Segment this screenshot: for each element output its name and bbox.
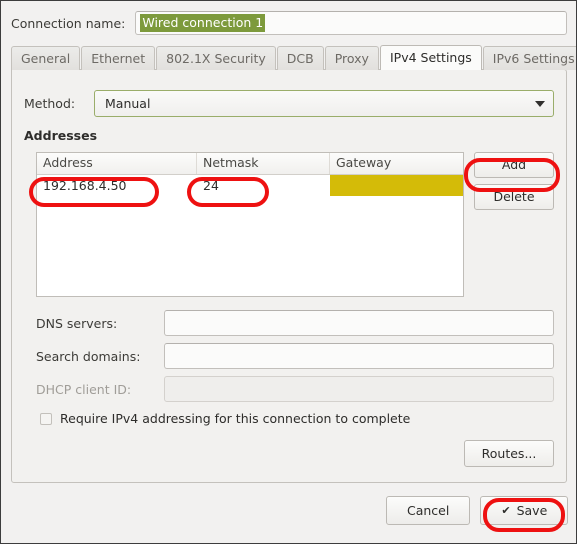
dhcp-client-id-label: DHCP client ID:	[36, 381, 132, 397]
column-header-netmask: Netmask	[197, 153, 330, 174]
search-domains-input[interactable]	[164, 343, 554, 369]
connection-editor-window: Connection name: Wired connection 1 Gene…	[0, 0, 577, 544]
ipv4-settings-panel: Method: Manual Addresses Address Netmask…	[11, 69, 567, 483]
cell-gateway[interactable]	[330, 175, 463, 196]
cell-netmask[interactable]: 24	[197, 175, 330, 196]
require-ipv4-row[interactable]: Require IPv4 addressing for this connect…	[40, 411, 410, 426]
table-header-row: Address Netmask Gateway	[37, 153, 463, 175]
connection-name-row: Connection name: Wired connection 1	[11, 10, 567, 36]
table-row[interactable]: 192.168.4.50 24	[37, 175, 463, 196]
add-button[interactable]: Add	[474, 152, 554, 178]
require-ipv4-label: Require IPv4 addressing for this connect…	[60, 411, 411, 426]
tab-8021x-security[interactable]: 802.1X Security	[156, 46, 276, 70]
address-buttons: Add Delete	[474, 152, 554, 216]
method-row: Method: Manual	[24, 90, 554, 117]
tab-dcb[interactable]: DCB	[276, 46, 324, 70]
tab-ethernet[interactable]: Ethernet	[81, 46, 156, 70]
dialog-action-bar: Cancel ✔ Save	[386, 496, 569, 525]
column-header-address: Address	[37, 153, 197, 174]
delete-button[interactable]: Delete	[474, 184, 554, 210]
addresses-title: Addresses	[24, 128, 98, 143]
cancel-button[interactable]: Cancel	[386, 496, 471, 525]
cancel-button-label: Cancel	[407, 503, 450, 518]
routes-button[interactable]: Routes...	[464, 440, 554, 467]
method-label: Method:	[24, 96, 76, 111]
connection-name-input[interactable]: Wired connection 1	[135, 11, 567, 35]
require-ipv4-checkbox[interactable]	[40, 412, 52, 425]
connection-name-label: Connection name:	[11, 15, 126, 31]
tab-ipv4-settings[interactable]: IPv4 Settings	[379, 45, 482, 70]
tab-proxy[interactable]: Proxy	[324, 46, 379, 70]
column-header-gateway: Gateway	[336, 155, 392, 170]
tab-general[interactable]: General	[11, 46, 81, 70]
tab-bar: General Ethernet 802.1X Security DCB Pro…	[11, 45, 576, 70]
dns-servers-row: DNS servers:	[36, 310, 554, 336]
tab-ipv6-settings[interactable]: IPv6 Settings	[482, 46, 576, 70]
chevron-down-icon	[535, 100, 545, 107]
save-button-label: Save	[516, 503, 548, 518]
dns-servers-input[interactable]	[164, 310, 554, 336]
search-domains-label: Search domains:	[36, 348, 141, 364]
dns-servers-label: DNS servers:	[36, 315, 118, 331]
cell-address[interactable]: 192.168.4.50	[37, 175, 197, 196]
dhcp-client-id-input	[164, 376, 554, 402]
dhcp-client-id-row: DHCP client ID:	[36, 376, 554, 402]
method-value: Manual	[105, 96, 151, 111]
search-domains-row: Search domains:	[36, 343, 554, 369]
addresses-table[interactable]: Address Netmask Gateway 192.168.4.50 24	[36, 152, 464, 297]
method-dropdown[interactable]: Manual	[94, 90, 554, 117]
connection-name-value: Wired connection 1	[140, 14, 266, 32]
check-icon: ✔	[501, 504, 511, 517]
save-button[interactable]: ✔ Save	[480, 496, 569, 525]
